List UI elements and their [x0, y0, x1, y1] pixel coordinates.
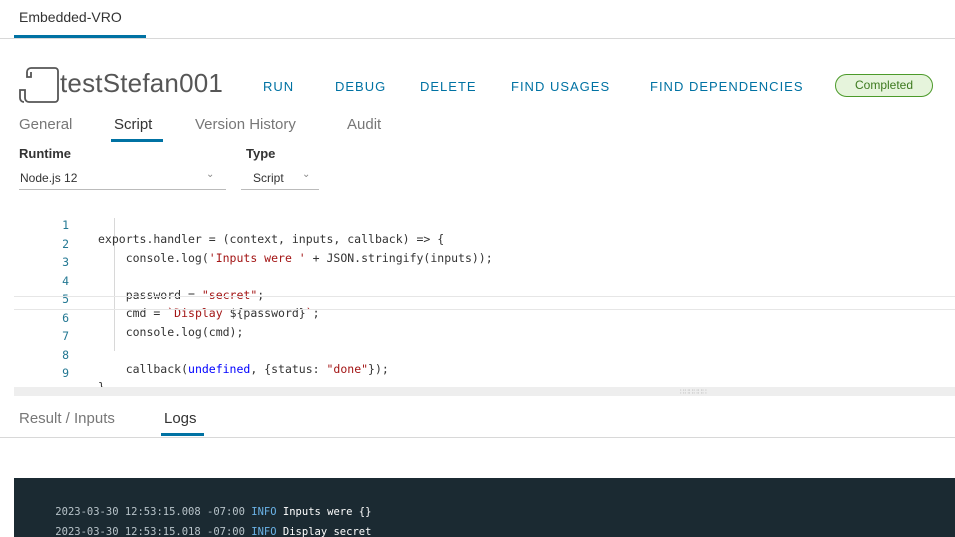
- debug-button[interactable]: DEBUG: [335, 79, 386, 94]
- resize-splitter[interactable]: [14, 387, 955, 396]
- code-line: 7: [14, 315, 955, 343]
- delete-button[interactable]: DELETE: [420, 79, 477, 94]
- code-editor[interactable]: 1 exports.handler = (context, inputs, ca…: [14, 200, 955, 399]
- run-button[interactable]: RUN: [263, 79, 294, 94]
- log-console: 2023-03-30 12:53:15.008 -07:00 INFO Inpu…: [14, 478, 955, 537]
- code-line: 9 }: [14, 352, 955, 394]
- runtime-label: Runtime: [19, 146, 71, 161]
- item-header: testStefan001 RUN DEBUG DELETE FIND USAG…: [0, 62, 955, 106]
- page-title: testStefan001: [60, 68, 224, 98]
- log-message: Display secret: [282, 526, 372, 537]
- chevron-down-icon: ⌄: [302, 169, 311, 180]
- log-level: INFO: [251, 526, 277, 537]
- log-timestamp: 2023-03-30 12:53:15.018 -07:00: [55, 526, 245, 537]
- tab-audit[interactable]: Audit: [347, 116, 381, 133]
- runtime-select[interactable]: Node.js 12 ⌄: [19, 166, 226, 190]
- find-usages-button[interactable]: FIND USAGES: [511, 79, 610, 94]
- top-tab-bar: Embedded-VRO: [0, 0, 955, 39]
- type-select[interactable]: Script ⌄: [241, 166, 319, 190]
- output-tabs: Result / Inputs Logs: [0, 405, 955, 438]
- drag-handle-icon[interactable]: ∷∷∷∷∷∷: [680, 388, 707, 396]
- active-tab-indicator: [14, 35, 146, 38]
- tab-script[interactable]: Script: [114, 116, 152, 133]
- type-label: Type: [246, 146, 276, 161]
- code-line: 10: [14, 371, 955, 399]
- code-line: 2 console.log('Inputs were ' + JSON.stri…: [14, 223, 955, 265]
- find-dependencies-button[interactable]: FIND DEPENDENCIES: [650, 79, 804, 94]
- tab-logs[interactable]: Logs: [164, 410, 197, 427]
- active-tab-indicator: [161, 433, 204, 436]
- type-value: Script: [253, 171, 284, 185]
- code-line: 5 cmd = `Display ${password}`;: [14, 278, 955, 320]
- chevron-down-icon: ⌄: [206, 169, 215, 180]
- tab-general[interactable]: General: [19, 116, 72, 133]
- item-tabs: General Script Version History Audit: [0, 114, 955, 144]
- code-line: 8 callback(undefined, {status: "done"});: [14, 334, 955, 376]
- code-line: 3: [14, 241, 955, 269]
- runtime-value: Node.js 12: [20, 171, 78, 185]
- code-line-current: 6 console.log(cmd);: [14, 295, 955, 339]
- script-document-icon: [19, 67, 59, 103]
- tab-version-history[interactable]: Version History: [195, 116, 296, 133]
- tab-result-inputs[interactable]: Result / Inputs: [19, 410, 115, 427]
- tab-embedded-vro[interactable]: Embedded-VRO: [19, 9, 122, 35]
- active-tab-indicator: [111, 139, 163, 142]
- code-line: 1 exports.handler = (context, inputs, ca…: [14, 204, 955, 246]
- status-badge: Completed: [835, 74, 933, 97]
- code-line: 4 password = "secret";: [14, 260, 955, 302]
- log-entry: 2023-03-30 12:53:15.018 -07:00 INFO Disp…: [30, 514, 371, 537]
